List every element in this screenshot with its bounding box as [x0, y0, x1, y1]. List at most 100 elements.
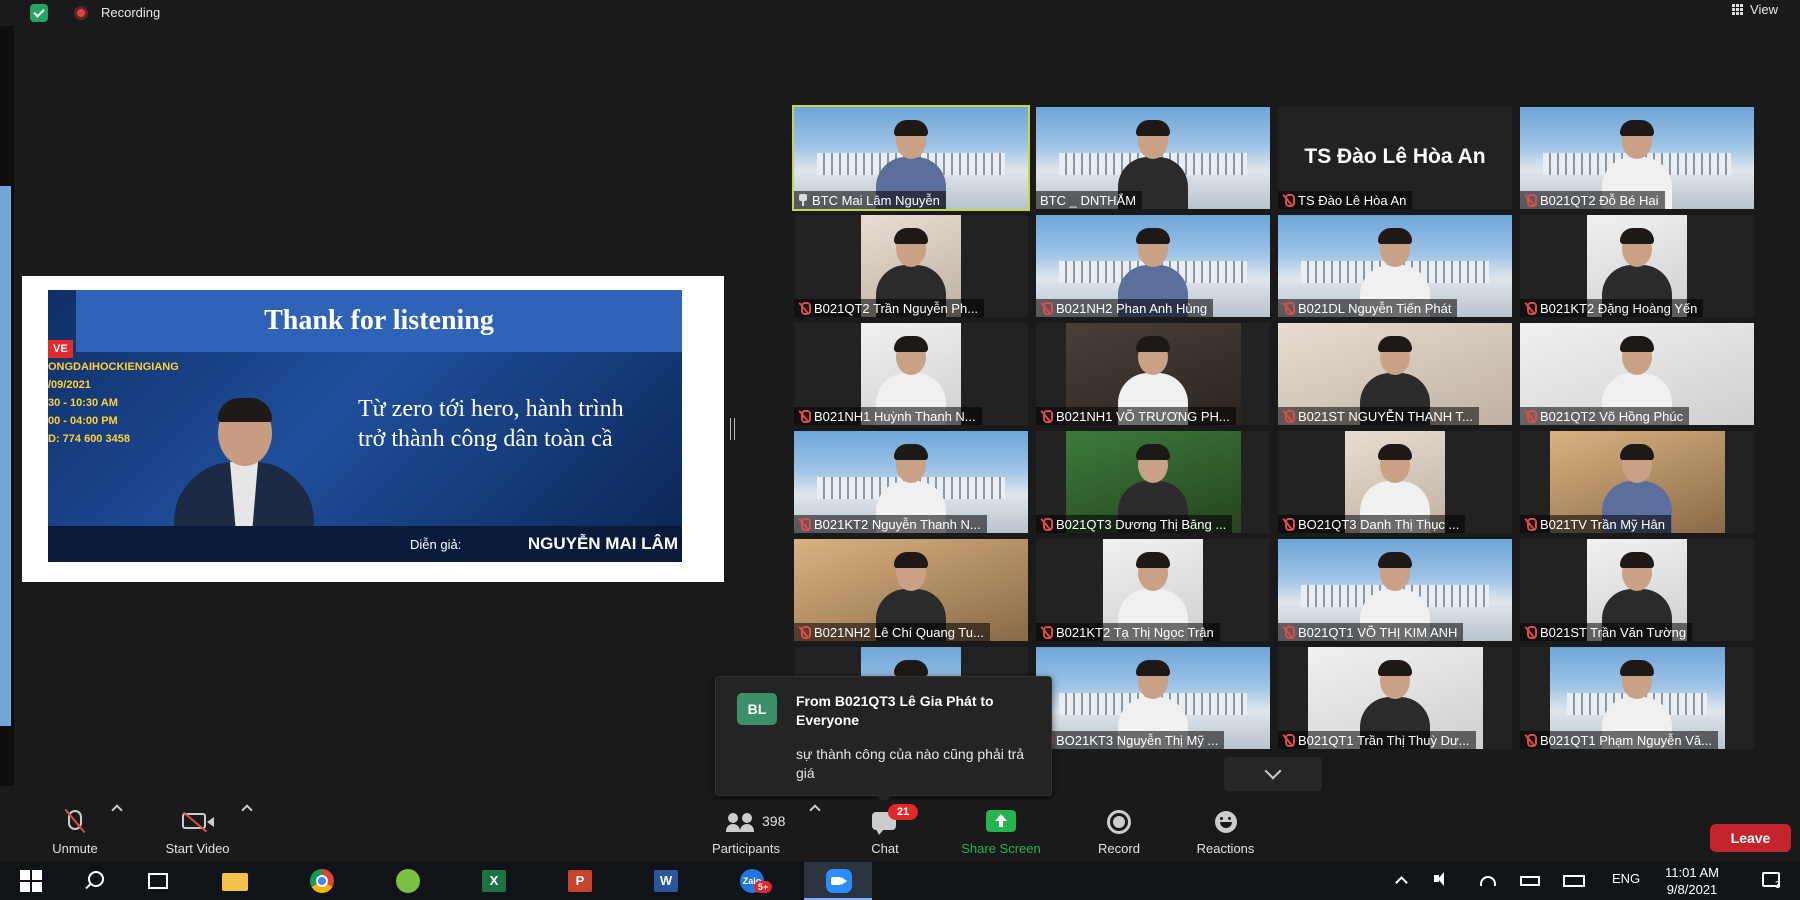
record-button[interactable]: Record	[1090, 808, 1148, 858]
muted-mic-icon	[1040, 409, 1053, 423]
split-view-handle[interactable]	[730, 418, 735, 440]
chat-notification[interactable]: BL From B021QT3 Lê Gia Phát to Everyone …	[715, 676, 1052, 803]
muted-mic-icon	[1282, 733, 1295, 747]
participants-button[interactable]: 398 Participants	[700, 808, 792, 858]
participant-tile[interactable]: B021DL Nguyễn Tiến Phát	[1278, 215, 1512, 317]
participant-tile[interactable]: B021NH2 Lê Chí Quang Tu...	[794, 539, 1028, 641]
chat-label: Chat	[871, 841, 899, 856]
muted-mic-icon	[798, 517, 811, 531]
participants-options-chevron-icon[interactable]	[809, 804, 821, 816]
participant-name-bar: B021KT2 Tạ Thị Ngọc Trân	[1036, 623, 1220, 641]
language-indicator[interactable]: ENG	[1612, 871, 1640, 886]
participant-name-bar: B021QT2 Võ Hồng Phúc	[1520, 407, 1690, 425]
leave-button[interactable]: Leave	[1710, 824, 1791, 852]
participant-tile[interactable]: B021KT2 Đặng Hoàng Yến	[1520, 215, 1754, 317]
volume-icon[interactable]	[1434, 872, 1450, 886]
system-clock[interactable]: 11:01 AM 9/8/2021	[1660, 864, 1724, 898]
participant-tile[interactable]: B021QT3 Dương Thị Băng ...	[1036, 431, 1270, 533]
participant-name-bar: B021NH2 Lê Chí Quang Tu...	[794, 623, 990, 641]
sender-avatar: BL	[737, 693, 777, 725]
participant-tile[interactable]: B021TV Trần Mỹ Hân	[1520, 431, 1754, 533]
participant-name: B021NH1 Huỳnh Thanh N...	[814, 408, 976, 424]
participant-tile[interactable]: BTC _ DNTHẮM	[1036, 107, 1270, 209]
participant-name: TS Đào Lê Hòa An	[1298, 192, 1407, 208]
muted-mic-icon	[1040, 301, 1053, 315]
file-explorer-icon[interactable]	[222, 873, 248, 891]
participant-tile[interactable]: B021ST Trần Văn Tường	[1520, 539, 1754, 641]
view-label: View	[1750, 2, 1778, 17]
notifications-count: 3	[1775, 880, 1781, 891]
participant-tile[interactable]: BO21QT3 Danh Thị Thục ...	[1278, 431, 1512, 533]
search-icon[interactable]	[88, 871, 104, 887]
share-screen-button[interactable]: Share Screen	[950, 808, 1052, 858]
slide-event-info: VE ONGDAIHOCKIENGIANG /09/2021 30 - 10:3…	[48, 340, 179, 448]
participant-name-bar: BO21QT3 Danh Thị Thục ...	[1278, 515, 1466, 533]
task-view-icon[interactable]	[148, 873, 168, 889]
slide-subtitle-line1: Từ zero tới hero, hành trình	[358, 396, 624, 422]
participant-name: B021NH2 Phan Anh Hùng	[1056, 300, 1208, 316]
word-icon[interactable]: W	[654, 870, 678, 892]
participant-name-bar: B021QT2 Đỗ Bé Hai	[1520, 191, 1665, 209]
participant-name: B021QT2 Trần Nguyễn Ph...	[814, 300, 979, 316]
muted-mic-icon	[798, 409, 811, 423]
slide-info-line: /09/2021	[48, 379, 91, 391]
participants-label: Participants	[712, 841, 780, 856]
participant-display-name: TS Đào Lê Hòa An	[1304, 145, 1486, 168]
wifi-icon[interactable]	[1480, 876, 1496, 886]
participant-name-bar: B021TV Trần Mỹ Hân	[1520, 515, 1671, 533]
participant-name: B021TV Trần Mỹ Hân	[1540, 516, 1665, 532]
participant-name-bar: BTC _ DNTHẮM	[1036, 191, 1143, 209]
chrome-icon[interactable]	[310, 869, 334, 893]
powerpoint-icon[interactable]: P	[568, 870, 592, 892]
excel-icon[interactable]: X	[482, 870, 506, 892]
participant-tile[interactable]: B021NH1 Huỳnh Thanh N...	[794, 323, 1028, 425]
participant-name: B021DL Nguyễn Tiến Phát	[1298, 300, 1452, 316]
clock-date: 9/8/2021	[1666, 882, 1718, 897]
participant-tile[interactable]: B021QT1 Trần Thị Thuỳ Dư...	[1278, 647, 1512, 749]
start-video-button[interactable]: Start Video	[150, 808, 245, 858]
keyboard-icon[interactable]	[1563, 875, 1585, 887]
participant-name: B021QT1 Trần Thị Thuỳ Dư...	[1298, 732, 1470, 748]
participant-tile[interactable]: B021QT1 VÕ THỊ KIM ANH	[1278, 539, 1512, 641]
participant-tile[interactable]: B021QT2 Võ Hồng Phúc	[1520, 323, 1754, 425]
windows-start-icon[interactable]	[20, 870, 44, 892]
participant-tile[interactable]: B021KT2 Nguyễn Thanh N...	[794, 431, 1028, 533]
participants-count: 398	[762, 813, 786, 829]
participant-tile[interactable]: B021NH2 Phan Anh Hùng	[1036, 215, 1270, 317]
participant-tile[interactable]: B021QT2 Đỗ Bé Hai	[1520, 107, 1754, 209]
gallery-scroll-down-button[interactable]	[1224, 757, 1322, 791]
participant-tile[interactable]: B021KT2 Tạ Thị Ngọc Trân	[1036, 539, 1270, 641]
participant-tile[interactable]: BO21KT3 Nguyễn Thị Mỹ ...	[1036, 647, 1270, 749]
encryption-shield-icon[interactable]	[30, 4, 48, 22]
unmute-label: Unmute	[52, 841, 98, 856]
participant-name: BTC _ DNTHẮM	[1040, 192, 1137, 208]
participant-tile[interactable]: B021ST NGUYỄN THANH T...	[1278, 323, 1512, 425]
participant-tile[interactable]: B021QT1 Phạm Nguyễn Vă...	[1520, 647, 1754, 749]
participant-name: B021ST Trần Văn Tường	[1540, 624, 1687, 640]
participant-tile[interactable]: B021QT2 Trần Nguyễn Ph...	[794, 215, 1028, 317]
green-app-icon[interactable]	[396, 869, 420, 893]
muted-mic-icon	[1040, 625, 1053, 639]
participant-name: B021QT2 Võ Hồng Phúc	[1540, 408, 1684, 424]
zalo-icon[interactable]: Zalo 5+	[740, 869, 772, 893]
participant-name-bar: B021QT1 Trần Thị Thuỳ Dư...	[1278, 731, 1476, 749]
participant-tile[interactable]: BTC Mai Lâm Nguyễn	[792, 105, 1030, 211]
participant-name: B021ST NGUYỄN THANH T...	[1298, 408, 1473, 424]
battery-icon[interactable]	[1520, 876, 1540, 886]
participant-name-bar: B021KT2 Đặng Hoàng Yến	[1520, 299, 1704, 317]
unmute-button[interactable]: Unmute	[40, 808, 110, 858]
chat-button[interactable]: 21 Chat	[860, 804, 918, 858]
audio-options-chevron-icon[interactable]	[111, 804, 123, 816]
participant-name-bar: B021QT1 VÕ THỊ KIM ANH	[1278, 623, 1464, 641]
view-button[interactable]: View	[1732, 2, 1778, 17]
participant-tile[interactable]: B021NH1 VÕ TRƯƠNG PH...	[1036, 323, 1270, 425]
participant-name-bar: BTC Mai Lâm Nguyễn	[794, 191, 946, 209]
participant-name: B021KT2 Đặng Hoàng Yến	[1540, 300, 1698, 316]
zalo-badge: 5+	[754, 881, 772, 893]
pin-icon	[798, 194, 808, 206]
participant-name: B021QT3 Dương Thị Băng ...	[1056, 516, 1227, 532]
participant-name-bar: B021DL Nguyễn Tiến Phát	[1278, 299, 1458, 317]
participant-tile[interactable]: TS Đào Lê Hòa An TS Đào Lê Hòa An	[1278, 107, 1512, 209]
reactions-button[interactable]: Reactions	[1188, 808, 1263, 858]
muted-mic-icon	[1282, 625, 1295, 639]
